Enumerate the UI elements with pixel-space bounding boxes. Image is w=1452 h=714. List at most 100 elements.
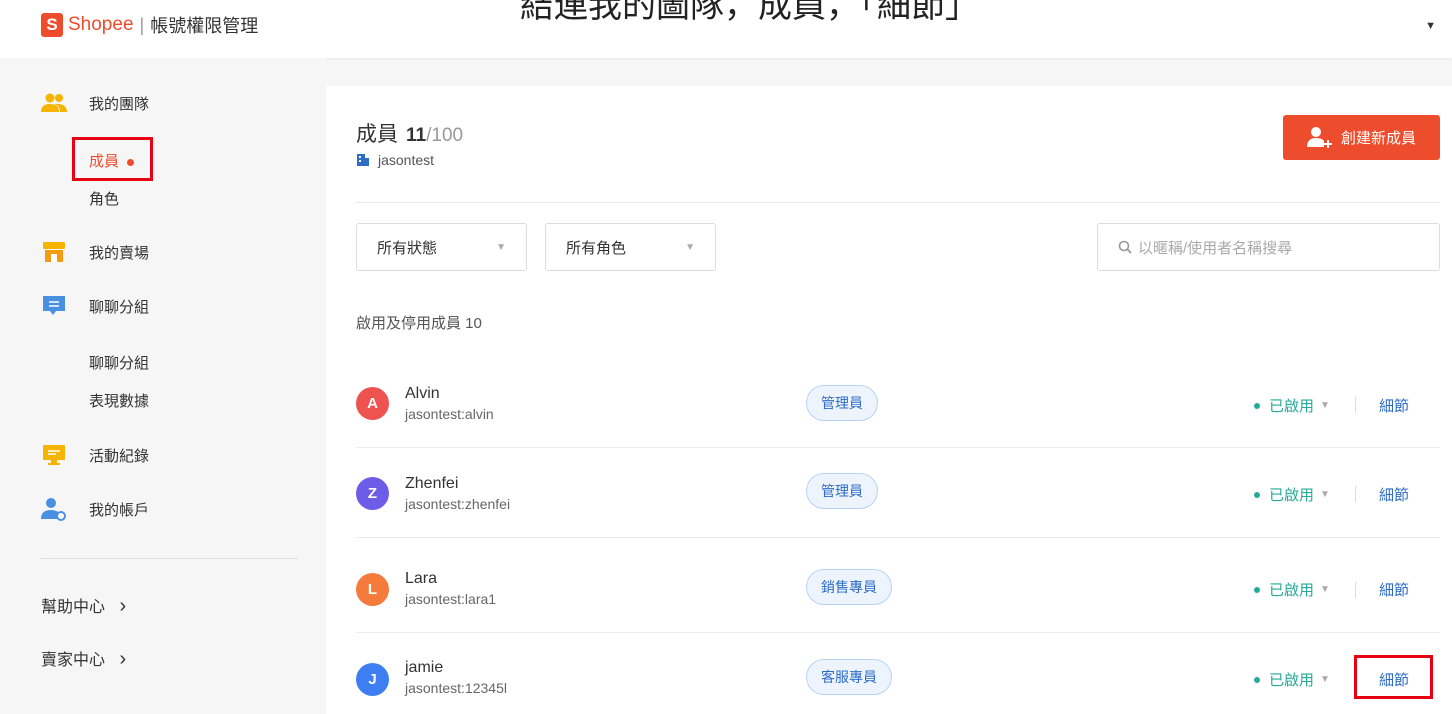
members-panel: 成員 11/100 jasontest 創建新成員 所有狀態 ▼ 所有角色 ▼ 以… xyxy=(326,86,1452,714)
member-row: J jamie jasontest:12345l 客服專員 已啟用 ▼ 細節 xyxy=(356,633,1440,714)
chat-icon xyxy=(41,295,67,317)
status-label: 已啟用 xyxy=(1269,582,1315,599)
member-username: jasontest:lara1 xyxy=(405,591,497,607)
chevron-right-icon: › xyxy=(119,595,127,617)
status-label: 已啟用 xyxy=(1269,487,1315,504)
sidebar-item-my-team[interactable]: 我的團隊 xyxy=(41,92,149,114)
header-divider xyxy=(356,202,1440,203)
store-icon xyxy=(41,241,67,263)
sidebar-item-my-account[interactable]: 我的帳戶 xyxy=(41,498,150,521)
member-name: jamie xyxy=(405,659,444,676)
highlight-box-members xyxy=(72,137,153,181)
highlight-box-detail xyxy=(1354,655,1433,699)
sidebar-item-chat-group[interactable]: 聊聊分組 xyxy=(41,295,149,317)
sidebar-item-chat-group-sub[interactable]: 聊聊分組 xyxy=(89,352,149,373)
create-member-label: 創建新成員 xyxy=(1340,130,1416,147)
sidebar-item-performance[interactable]: 表現數據 xyxy=(89,390,149,411)
caret-down-icon: ▼ xyxy=(1320,674,1330,685)
action-separator xyxy=(1355,582,1356,598)
detail-link[interactable]: 細節 xyxy=(1379,484,1409,505)
status-label: 已啟用 xyxy=(1269,398,1315,415)
avatar: J xyxy=(356,663,389,696)
status-dropdown[interactable]: 已啟用 ▼ xyxy=(1254,395,1330,416)
sidebar-item-roles[interactable]: 角色 xyxy=(89,188,119,209)
sidebar-item-label: 我的團隊 xyxy=(89,95,150,113)
logo-separator: | xyxy=(139,14,145,35)
action-separator xyxy=(1355,486,1356,502)
status-dot xyxy=(1254,491,1260,498)
help-center-label: 幫助中心 xyxy=(41,599,106,616)
members-count: 11 xyxy=(406,125,427,146)
status-dot xyxy=(1254,676,1260,683)
avatar: L xyxy=(356,573,389,606)
status-label: 已啟用 xyxy=(1269,672,1315,689)
sidebar: 我的團隊 成員 角色 我的賣場 聊聊分組 聊聊分組 表現數據 活動紀錄 我的帳戶… xyxy=(0,58,326,714)
member-name: Lara xyxy=(405,570,438,587)
caret-down-icon: ▼ xyxy=(685,241,695,253)
status-filter-value: 所有狀態 xyxy=(377,239,438,257)
member-row: Z Zhenfei jasontest:zhenfei 管理員 已啟用 ▼ 細節 xyxy=(356,448,1440,538)
member-row: A Alvin jasontest:alvin 管理員 已啟用 ▼ 細節 xyxy=(356,358,1440,448)
shop-building-icon xyxy=(357,154,369,166)
user-gear-icon xyxy=(41,498,67,521)
sidebar-item-label: 聊聊分組 xyxy=(89,298,150,316)
sidebar-item-my-shop[interactable]: 我的賣場 xyxy=(41,241,149,263)
sidebar-item-activity-log[interactable]: 活動紀錄 xyxy=(41,444,149,466)
caret-down-icon: ▼ xyxy=(1320,584,1330,595)
monitor-icon xyxy=(41,444,67,466)
shop-name: jasontest xyxy=(378,152,435,168)
sidebar-item-label: 活動紀錄 xyxy=(89,447,150,465)
role-filter-value: 所有角色 xyxy=(566,239,627,257)
shop-info: jasontest xyxy=(356,152,434,168)
brand-name: Shopee xyxy=(68,14,134,35)
member-username: jasontest:12345l xyxy=(405,680,507,696)
seller-center-label: 賣家中心 xyxy=(41,652,106,669)
create-member-button[interactable]: 創建新成員 xyxy=(1283,115,1440,160)
overlay-banner-text: 結連我的圖隊，成員，「細節」 xyxy=(520,0,979,25)
seller-center-link[interactable]: 賣家中心 › xyxy=(41,646,126,671)
detail-link[interactable]: 細節 xyxy=(1379,579,1409,600)
status-dropdown[interactable]: 已啟用 ▼ xyxy=(1254,669,1330,690)
role-badge: 客服專員 xyxy=(806,659,892,695)
avatar: A xyxy=(356,387,389,420)
status-dropdown[interactable]: 已啟用 ▼ xyxy=(1254,484,1330,505)
page-title: 帳號權限管理 xyxy=(150,16,259,36)
member-row: L Lara jasontest:lara1 銷售專員 已啟用 ▼ 細節 xyxy=(356,538,1440,633)
add-user-icon xyxy=(1306,126,1332,148)
top-header: 結連我的圖隊，成員，「細節」 S Shopee | 帳號權限管理 ▼ xyxy=(0,0,1452,58)
search-placeholder: 以暱稱/使用者名稱搜尋 xyxy=(1138,239,1293,257)
member-name: Alvin xyxy=(405,385,440,402)
member-name: Zhenfei xyxy=(405,475,459,492)
sidebar-item-label: 我的帳戶 xyxy=(89,501,150,519)
section-label: 啟用及停用成員 10 xyxy=(356,315,482,332)
member-username: jasontest:alvin xyxy=(405,406,494,422)
members-title: 成員 xyxy=(356,123,398,146)
users-icon xyxy=(41,92,67,114)
account-dropdown-icon[interactable]: ▼ xyxy=(1425,20,1436,32)
members-heading: 成員 11/100 xyxy=(356,118,463,148)
member-username: jasontest:zhenfei xyxy=(405,496,511,512)
shopee-logo[interactable]: S Shopee | 帳號權限管理 xyxy=(41,12,258,38)
role-badge: 管理員 xyxy=(806,473,878,509)
sidebar-item-label: 我的賣場 xyxy=(89,244,150,262)
action-separator xyxy=(1355,397,1356,413)
role-filter-select[interactable]: 所有角色 ▼ xyxy=(545,223,716,271)
sidebar-divider xyxy=(41,558,298,559)
caret-down-icon: ▼ xyxy=(496,241,506,253)
search-icon xyxy=(1118,240,1132,254)
avatar: Z xyxy=(356,477,389,510)
detail-link[interactable]: 細節 xyxy=(1379,395,1409,416)
role-badge: 銷售專員 xyxy=(806,569,892,605)
status-dropdown[interactable]: 已啟用 ▼ xyxy=(1254,579,1330,600)
status-dot xyxy=(1254,586,1260,593)
role-badge: 管理員 xyxy=(806,385,878,421)
shopee-bag-icon: S xyxy=(41,13,63,37)
caret-down-icon: ▼ xyxy=(1320,489,1330,500)
help-center-link[interactable]: 幫助中心 › xyxy=(41,593,126,618)
caret-down-icon: ▼ xyxy=(1320,400,1330,411)
chevron-right-icon: › xyxy=(119,648,127,670)
member-search-input[interactable]: 以暱稱/使用者名稱搜尋 xyxy=(1097,223,1440,271)
status-dot xyxy=(1254,402,1260,409)
members-max: /100 xyxy=(426,125,464,146)
status-filter-select[interactable]: 所有狀態 ▼ xyxy=(356,223,527,271)
